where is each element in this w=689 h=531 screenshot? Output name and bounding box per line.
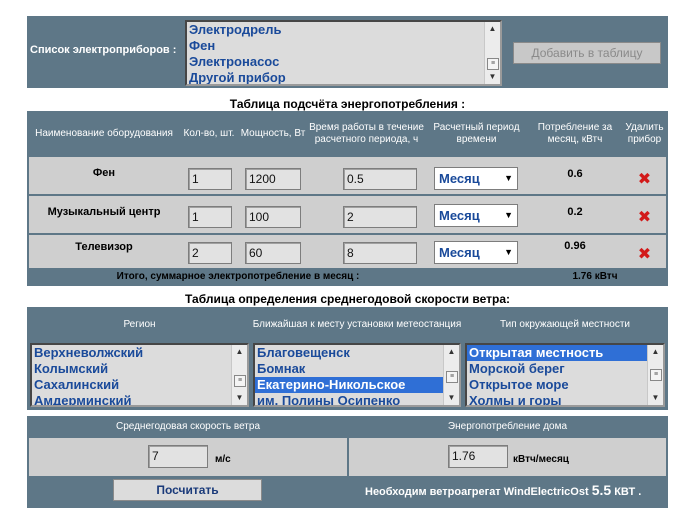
scroll-down-icon[interactable]: ▼ — [444, 391, 459, 405]
scroll-grip-icon[interactable]: ≡ — [487, 58, 499, 70]
scroll-grip-icon[interactable]: ≡ — [650, 369, 662, 381]
region-option[interactable]: Амдерминский — [32, 393, 231, 405]
row-consumption: 0.2 — [567, 206, 583, 218]
scroll-down-icon[interactable]: ▼ — [648, 391, 663, 405]
wind-table-title: Таблица определения среднегодовой скорос… — [185, 292, 510, 306]
power-input[interactable]: 1200 — [245, 168, 301, 190]
devices-option[interactable]: Фен — [187, 38, 484, 54]
scroll-down-icon[interactable]: ▼ — [232, 391, 247, 405]
home-energy-input[interactable]: 1.76 — [448, 445, 508, 468]
result-value: 5.5 — [591, 482, 612, 498]
station-option-selected[interactable]: Екатерино-Никольское — [255, 377, 443, 393]
scroll-up-icon[interactable]: ▲ — [485, 22, 500, 36]
station-option[interactable]: Бомнак — [255, 361, 443, 377]
calculate-button[interactable]: Посчитать — [113, 479, 262, 501]
col-header-hours: Время работы в течение расчетного период… — [309, 113, 424, 155]
terrain-option-selected[interactable]: Открытая местность — [467, 345, 647, 361]
terrain-option[interactable]: Открытое море — [467, 377, 647, 393]
region-option[interactable]: Сахалинский — [32, 377, 231, 393]
period-select[interactable]: Месяц ▼ — [434, 167, 518, 190]
scroll-grip-icon[interactable]: ≡ — [234, 375, 246, 387]
terrain-option[interactable]: Холмы и горы — [467, 393, 647, 405]
row-consumption: 0.6 — [567, 168, 583, 180]
col-header-delete: Удалить прибор — [623, 113, 666, 155]
region-scrollbar[interactable]: ▲ ≡ ▼ — [231, 345, 247, 405]
devices-label: Список электроприборов : — [30, 44, 177, 56]
devices-option[interactable]: Электродрель — [187, 22, 484, 38]
col-header-name: Наименование оборудования — [29, 113, 179, 155]
scroll-down-icon[interactable]: ▼ — [485, 70, 500, 84]
region-option[interactable]: Колымский — [32, 361, 231, 377]
power-input[interactable]: 100 — [245, 206, 301, 228]
home-energy-header: Энергопотребление дома — [447, 421, 568, 432]
devices-scrollbar[interactable]: ▲ ≡ ▼ — [484, 22, 500, 84]
power-input[interactable]: 60 — [245, 242, 301, 264]
col-header-terrain: Тип окружающей местности — [499, 319, 630, 330]
result-prefix: Необходим ветроагрегат WindElectricOst — [365, 486, 589, 498]
region-option[interactable]: Верхневолжский — [32, 345, 231, 361]
devices-listbox[interactable]: Электродрель Фен Электронасос Другой при… — [185, 20, 502, 86]
total-value: 1.76 кВтч — [572, 271, 618, 282]
station-option[interactable]: им. Полины Осипенко — [255, 393, 443, 405]
hours-input[interactable]: 8 — [343, 242, 417, 264]
scroll-grip-icon[interactable]: ≡ — [446, 371, 458, 383]
devices-option[interactable]: Электронасос — [187, 54, 484, 70]
col-header-qty: Кол-во, шт. — [181, 113, 237, 155]
wind-speed-unit: м/с — [215, 454, 231, 465]
terrain-listbox[interactable]: Открытая местность Морской берег Открыто… — [465, 343, 665, 407]
wind-speed-header: Среднегодовая скорость ветра — [115, 421, 261, 432]
qty-input[interactable]: 1 — [188, 168, 232, 190]
terrain-option[interactable]: Морской берег — [467, 361, 647, 377]
chevron-down-icon: ▼ — [504, 210, 513, 220]
row-device-name: Музыкальный центр — [47, 206, 161, 218]
wind-speed-input[interactable]: 7 — [148, 445, 208, 468]
energy-table-title: Таблица подсчёта энергопотребления : — [229, 97, 466, 111]
delete-icon[interactable]: ✖ — [623, 169, 666, 189]
region-listbox[interactable]: Верхневолжский Колымский Сахалинский Амд… — [30, 343, 249, 407]
add-to-table-button[interactable]: Добавить в таблицу — [513, 42, 661, 64]
result-text: Необходим ветроагрегат WindElectricOst 5… — [365, 482, 665, 498]
home-energy-unit: кВтч/месяц — [513, 454, 569, 465]
hours-input[interactable]: 2 — [343, 206, 417, 228]
delete-icon[interactable]: ✖ — [623, 207, 666, 227]
hours-input[interactable]: 0.5 — [343, 168, 417, 190]
scroll-up-icon[interactable]: ▲ — [232, 345, 247, 359]
period-select[interactable]: Месяц ▼ — [434, 241, 518, 264]
col-header-power: Мощность, Вт — [239, 113, 307, 155]
row-consumption: 0.96 — [564, 240, 586, 252]
total-label: Итого, суммарное электропотребление в ме… — [116, 271, 360, 282]
row-device-name: Телевизор — [75, 241, 133, 253]
delete-icon[interactable]: ✖ — [623, 244, 666, 264]
scroll-up-icon[interactable]: ▲ — [648, 345, 663, 359]
scroll-up-icon[interactable]: ▲ — [444, 345, 459, 359]
col-header-period: Расчетный период времени — [426, 113, 527, 155]
terrain-scrollbar[interactable]: ▲ ≡ ▼ — [647, 345, 663, 405]
result-unit: КВТ . — [614, 486, 642, 498]
chevron-down-icon: ▼ — [504, 173, 513, 183]
row-device-name: Фен — [92, 167, 116, 179]
col-header-region: Регион — [123, 319, 156, 330]
station-listbox[interactable]: Благовещенск Бомнак Екатерино-Никольское… — [253, 343, 461, 407]
qty-input[interactable]: 2 — [188, 242, 232, 264]
chevron-down-icon: ▼ — [504, 247, 513, 257]
qty-input[interactable]: 1 — [188, 206, 232, 228]
col-header-consumption: Потребление за месяц, кВтч — [529, 113, 621, 155]
col-header-station: Ближайшая к месту установки метеостанция — [252, 319, 462, 330]
period-select[interactable]: Месяц ▼ — [434, 204, 518, 227]
devices-option[interactable]: Другой прибор — [187, 70, 484, 84]
station-option[interactable]: Благовещенск — [255, 345, 443, 361]
station-scrollbar[interactable]: ▲ ≡ ▼ — [443, 345, 459, 405]
